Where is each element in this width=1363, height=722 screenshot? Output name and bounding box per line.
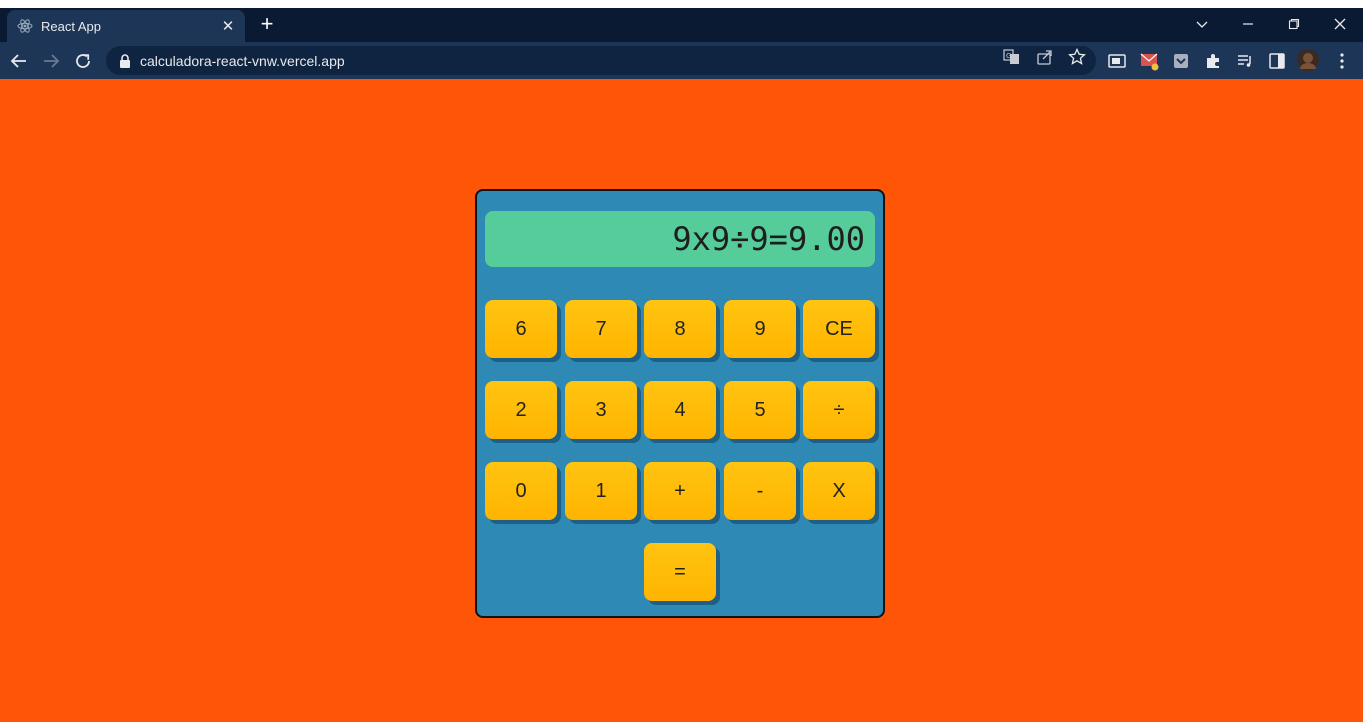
key-1[interactable]: 1 — [565, 462, 637, 520]
url-text: calculadora-react-vnw.vercel.app — [140, 52, 345, 69]
key-4[interactable]: 4 — [644, 381, 716, 439]
tab-search-icon[interactable] — [1187, 12, 1217, 36]
forward-arrow-icon[interactable] — [38, 48, 64, 74]
browser-toolbar: calculadora-react-vnw.vercel.app G — [0, 42, 1363, 79]
tab-bar: React App ✕ + — [0, 8, 1363, 42]
close-tab-icon[interactable]: ✕ — [218, 16, 238, 36]
side-panel-icon[interactable] — [1267, 51, 1287, 71]
key-2[interactable]: 2 — [485, 381, 557, 439]
share-icon[interactable] — [1036, 48, 1054, 66]
lock-icon[interactable] — [118, 53, 132, 68]
key-5[interactable]: 5 — [724, 381, 796, 439]
tab-title: React App — [41, 18, 101, 34]
tab-react-app[interactable]: React App ✕ — [7, 10, 245, 42]
key-3[interactable]: 3 — [565, 381, 637, 439]
key-multiply[interactable]: X — [803, 462, 875, 520]
window-close-icon[interactable] — [1325, 12, 1355, 36]
key-plus[interactable]: + — [644, 462, 716, 520]
extensions-puzzle-icon[interactable] — [1203, 51, 1223, 71]
back-arrow-icon[interactable] — [6, 48, 32, 74]
picture-in-picture-icon[interactable] — [1107, 51, 1127, 71]
mail-extension-icon[interactable] — [1140, 51, 1160, 71]
calculator: 9x9÷9=9.00 6 7 8 9 CE 2 3 4 5 ÷ 0 1 + - … — [475, 189, 885, 618]
key-divide[interactable]: ÷ — [803, 381, 875, 439]
key-equals[interactable]: = — [644, 543, 716, 601]
calculator-display: 9x9÷9=9.00 — [485, 211, 875, 267]
key-7[interactable]: 7 — [565, 300, 637, 358]
key-clear-entry[interactable]: CE — [803, 300, 875, 358]
key-0[interactable]: 0 — [485, 462, 557, 520]
profile-avatar[interactable] — [1297, 49, 1319, 71]
new-tab-button[interactable]: + — [256, 13, 278, 36]
react-icon — [17, 18, 33, 34]
translate-icon[interactable]: G — [1003, 48, 1021, 66]
key-minus[interactable]: - — [724, 462, 796, 520]
reload-icon[interactable] — [70, 48, 96, 74]
key-9[interactable]: 9 — [724, 300, 796, 358]
key-6[interactable]: 6 — [485, 300, 557, 358]
restore-icon[interactable] — [1279, 12, 1309, 36]
bookmark-star-icon[interactable] — [1068, 48, 1086, 66]
svg-text:G: G — [1006, 52, 1011, 60]
menu-kebab-icon[interactable] — [1332, 51, 1352, 71]
key-8[interactable]: 8 — [644, 300, 716, 358]
address-bar[interactable]: calculadora-react-vnw.vercel.app — [106, 46, 1096, 75]
media-queue-icon[interactable] — [1235, 51, 1255, 71]
pocket-icon[interactable] — [1171, 51, 1191, 71]
display-text: 9x9÷9=9.00 — [672, 220, 865, 258]
top-strip — [0, 0, 1363, 8]
minimize-icon[interactable] — [1233, 12, 1263, 36]
